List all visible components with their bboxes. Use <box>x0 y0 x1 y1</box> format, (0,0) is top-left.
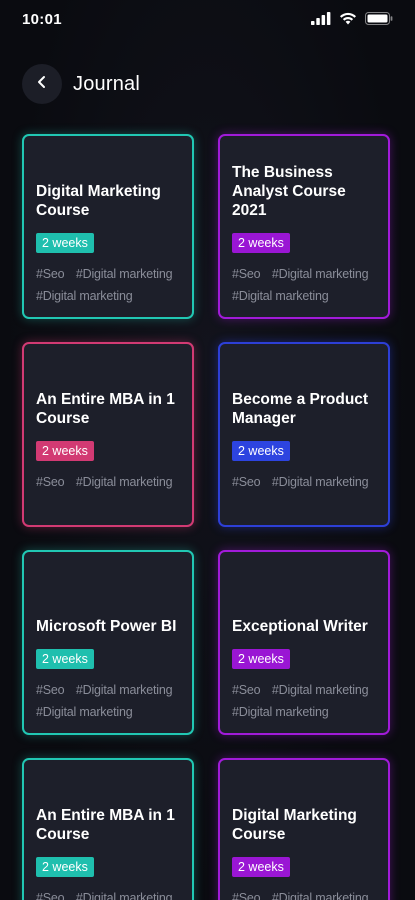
page-title: Journal <box>73 72 140 95</box>
card-title: The Business Analyst Course 2021 <box>232 164 346 219</box>
battery-icon <box>365 12 393 30</box>
tag[interactable]: #Seo <box>36 267 65 281</box>
tag[interactable]: #Digital marketing <box>36 705 133 719</box>
tag[interactable]: #Digital marketing <box>232 289 329 303</box>
signal-icon <box>311 12 331 30</box>
tag-list: #Seo #Digital marketing <box>36 471 186 493</box>
course-card[interactable]: Digital Marketing Course 2 weeks #Seo #Dig… <box>218 758 390 900</box>
duration-badge: 2 weeks <box>36 233 94 253</box>
course-card[interactable]: The Business Analyst Course 2021 2 weeks #… <box>218 134 390 319</box>
duration-badge: 2 weeks <box>232 857 290 877</box>
course-card[interactable]: Exceptional Writer 2 weeks #Seo #Digital m… <box>218 550 390 735</box>
tag[interactable]: #Digital marketing <box>272 267 369 281</box>
tag[interactable]: #Seo <box>232 475 261 489</box>
card-title-wrap: Digital Marketing Course <box>232 806 378 844</box>
chevron-left-icon <box>35 75 49 94</box>
status-bar: 10:01 <box>0 0 415 40</box>
card-title: An Entire MBA in 1 Course <box>36 391 175 427</box>
wifi-icon <box>339 12 357 30</box>
tag[interactable]: #Digital marketing <box>76 475 173 489</box>
tag[interactable]: #Seo <box>36 683 65 697</box>
duration-badge: 2 weeks <box>232 649 290 669</box>
journal-screen: 10:01 Journal Digital Marketing Course 2… <box>0 0 415 900</box>
tag[interactable]: #Digital marketing <box>76 683 173 697</box>
card-title-wrap: The Business Analyst Course 2021 <box>232 163 378 220</box>
tag[interactable]: #Seo <box>232 891 261 900</box>
card-title-wrap: Microsoft Power BI <box>36 617 182 636</box>
tag-list: #Seo #Digital marketing <box>232 471 382 493</box>
duration-badge: 2 weeks <box>36 441 94 461</box>
card-title: Become a Product Manager <box>232 391 369 427</box>
tag[interactable]: #Digital marketing <box>76 267 173 281</box>
card-title: Microsoft Power BI <box>36 618 177 635</box>
card-title-wrap: Become a Product Manager <box>232 390 378 428</box>
course-card[interactable]: An Entire MBA in 1 Course 2 weeks #Seo #Di… <box>22 758 194 900</box>
tag[interactable]: #Digital marketing <box>272 891 369 900</box>
card-title: Exceptional Writer <box>232 618 368 635</box>
tag[interactable]: #Digital marketing <box>232 705 329 719</box>
tag-list: #Seo #Digital marketing #Digital marketi… <box>232 263 382 307</box>
course-card[interactable]: Microsoft Power BI 2 weeks #Seo #Digital m… <box>22 550 194 735</box>
back-button[interactable] <box>22 64 62 104</box>
tag[interactable]: #Digital marketing <box>272 683 369 697</box>
tag[interactable]: #Digital marketing <box>272 475 369 489</box>
course-card[interactable]: Become a Product Manager 2 weeks #Seo #Dig… <box>218 342 390 527</box>
course-card[interactable]: Digital Marketing Course 2 weeks #Seo #Dig… <box>22 134 194 319</box>
course-card[interactable]: An Entire MBA in 1 Course 2 weeks #Seo #Di… <box>22 342 194 527</box>
tag[interactable]: #Seo <box>232 683 261 697</box>
card-title: Digital Marketing Course <box>232 807 357 843</box>
card-title: Digital Marketing Course <box>36 183 161 219</box>
card-title: An Entire MBA in 1 Course <box>36 807 175 843</box>
duration-badge: 2 weeks <box>232 233 290 253</box>
tag[interactable]: #Seo <box>36 891 65 900</box>
duration-badge: 2 weeks <box>36 857 94 877</box>
duration-badge: 2 weeks <box>36 649 94 669</box>
duration-badge: 2 weeks <box>232 441 290 461</box>
card-title-wrap: Digital Marketing Course <box>36 182 182 220</box>
tag-list: #Seo #Digital marketing #Digital marketi… <box>36 679 186 723</box>
card-title-wrap: An Entire MBA in 1 Course <box>36 390 182 428</box>
card-title-wrap: An Entire MBA in 1 Course <box>36 806 182 844</box>
tag[interactable]: #Seo <box>36 475 65 489</box>
tag-list: #Seo #Digital marketing <box>232 887 382 900</box>
card-title-wrap: Exceptional Writer <box>232 617 378 636</box>
tag[interactable]: #Digital marketing <box>36 289 133 303</box>
status-time: 10:01 <box>22 11 62 28</box>
tag-list: #Seo #Digital marketing #Digital marketi… <box>232 679 382 723</box>
header: Journal <box>22 63 140 105</box>
status-icons <box>311 12 393 30</box>
tag[interactable]: #Digital marketing <box>76 891 173 900</box>
tag-list: #Seo #Digital marketing #Digital marketi… <box>36 263 186 307</box>
tag-list: #Seo #Digital marketing <box>36 887 186 900</box>
tag[interactable]: #Seo <box>232 267 261 281</box>
